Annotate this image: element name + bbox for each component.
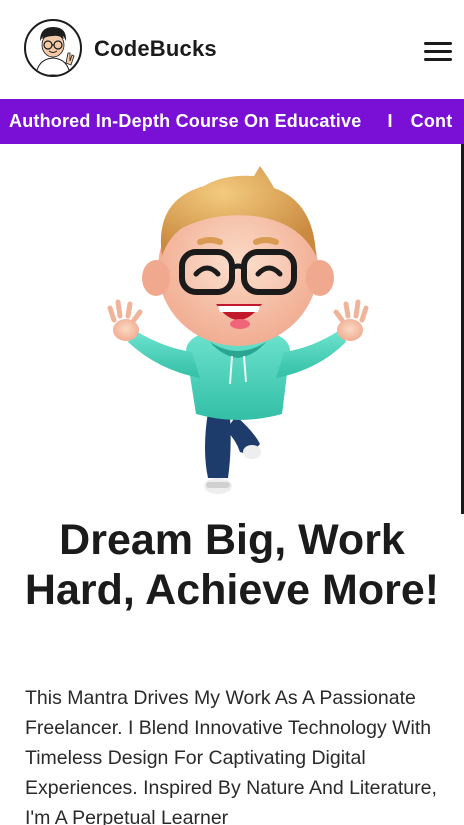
brand-name[interactable]: CodeBucks [94, 36, 217, 62]
marquee-separator: I [387, 111, 393, 131]
marquee-item: Cont [410, 111, 453, 131]
hero-headline: Dream Big, Work Hard, Achieve More! [24, 516, 440, 614]
page: CodeBucks Authored In-Depth Course On Ed… [0, 0, 464, 825]
hamburger-menu-icon[interactable] [422, 40, 454, 64]
marquee-track: Authored In-Depth Course On Educative I … [9, 99, 452, 144]
menu-line [424, 50, 452, 53]
marquee-item: Authored In-Depth Course On Educative [9, 111, 362, 131]
menu-line [424, 42, 452, 45]
announcement-marquee: Authored In-Depth Course On Educative I … [0, 99, 464, 144]
menu-line [424, 58, 452, 61]
waving-character-illustration [104, 160, 372, 500]
logo-avatar[interactable] [24, 19, 82, 77]
site-header: CodeBucks [0, 0, 464, 99]
avatar-illustration [35, 27, 75, 75]
hero-description: This Mantra Drives My Work As A Passiona… [25, 687, 437, 825]
